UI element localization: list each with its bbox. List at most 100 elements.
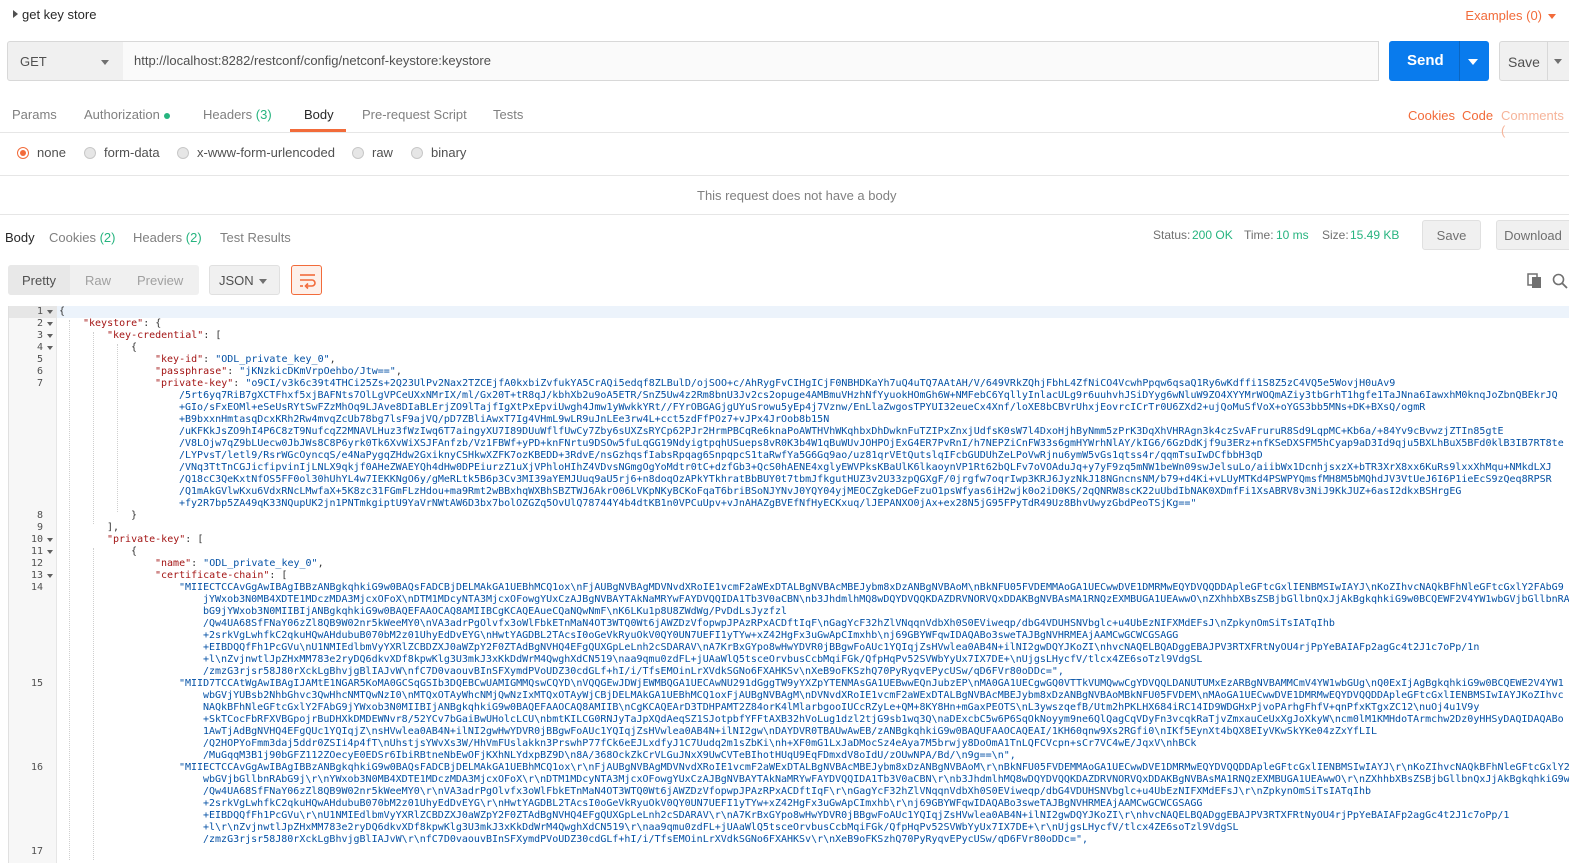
response-tab-cookies[interactable]: Cookies (2) [49,230,115,245]
private-key-line: /LYPvsT/letl9/RsrWGcOyncqS/e4NaPygqZHdw2… [179,450,1263,461]
private-key-line: /Q1mAkGVlwKxu6VdxRNcLMwfaX+5K8zc31FGmFLz… [179,486,1462,497]
certificate-line: wbGVjbGllbnRAbG9j\r\nYWxob3N0MB4XDTE1MDc… [203,774,1569,785]
radio-icon [17,147,29,159]
request-title-bar: get key store Examples (0) [0,0,1569,30]
tab-body[interactable]: Body [304,107,334,122]
cookies-link[interactable]: Cookies [1408,108,1455,123]
status-value[interactable]: 200 OK [1192,228,1233,242]
json-string: "ODL_private_key_0" [215,354,330,365]
line-number: 3 [36,330,43,341]
save-options-chevron-icon[interactable] [1554,59,1562,64]
json-string: "o9CI/v3k6c39t4THCi25Zs+2Q23UlPv2Nax2TZC… [245,378,1396,389]
format-preview-button[interactable]: Preview [137,273,183,288]
response-tab-body[interactable]: Body [5,230,35,245]
size-value[interactable]: 15.49 KB [1350,228,1399,242]
fold-toggle-icon[interactable] [47,538,53,542]
method-select[interactable]: GET [7,41,124,81]
send-button[interactable]: Send [1389,41,1489,81]
line-number: 15 [30,678,43,689]
format-raw-button[interactable]: Raw [85,273,111,288]
line-number: 17 [30,846,43,857]
body-type-binary-radio[interactable]: binary [411,145,466,160]
certificate-line: /Q2HOPYoFmm3daj5ddr0ZSIi4p4fT\nUhstjsYWv… [203,738,1197,749]
auth-set-indicator-icon [163,112,170,119]
body-type-none-radio[interactable]: none [17,145,66,160]
fold-toggle-icon[interactable] [47,346,53,350]
fold-toggle-icon[interactable] [47,334,53,338]
tab-headers-label: Headers [203,107,253,122]
code-line-9: ], [107,522,120,533]
tab-prerequest-script[interactable]: Pre-request Script [362,107,467,122]
body-type-urlencoded-radio[interactable]: x-www-form-urlencoded [177,145,335,160]
code-line-7: "private-key": "o9CI/v3k6c39t4THCi25Zs+2… [155,378,1396,389]
tab-params[interactable]: Params [12,107,57,122]
language-select[interactable]: JSON [209,265,280,295]
fold-toggle-icon[interactable] [47,574,53,578]
json-punct: : [ [203,330,222,341]
fold-toggle-icon[interactable] [47,310,53,314]
wrap-lines-button[interactable] [291,265,322,295]
download-response-button[interactable]: Download [1496,220,1569,250]
body-type-form-data-radio[interactable]: form-data [84,145,160,160]
certificate-line: +2srkVgLwhfkC2qkuHQwAHdubuB070bM2z01UhyE… [203,630,1179,641]
url-input[interactable]: http://localhost:8282/restconf/config/ne… [123,41,1379,81]
response-tab-test-results[interactable]: Test Results [220,230,291,245]
response-tab-cookies-count: (2) [99,230,116,245]
time-value[interactable]: 10 ms [1276,228,1309,242]
line-number: 14 [30,582,43,593]
certificate-line: +SkTCocFbRFXVBGpojrBuDHXkDMDEWNvr8/52YCv… [203,714,1564,725]
response-tab-cookies-label: Cookies [49,230,96,245]
body-type-urlencoded-label: x-www-form-urlencoded [197,145,335,160]
tab-headers[interactable]: Headers (3) [203,107,272,122]
fold-toggle-icon[interactable] [47,322,53,326]
tab-tests[interactable]: Tests [493,107,523,122]
examples-dropdown[interactable]: Examples (0) [1465,8,1556,23]
response-tab-headers-count: (2) [185,230,202,245]
send-label: Send [1407,52,1444,69]
private-key-line: +GIo/sFxEOMl+eSeUsRYtSwFZzMhOq9LJAve8DIa… [179,402,1426,413]
json-key: "private-key" [155,378,234,389]
certificate-line: bG9jYWxob3N0MIIBIjANBgkqhkiG9w0BAQEFAAOC… [203,606,787,617]
request-name[interactable]: get key store [22,7,96,22]
body-type-raw-radio[interactable]: raw [352,145,393,160]
radio-icon [177,147,189,159]
time-label: Time: [1244,228,1274,242]
save-response-button[interactable]: Save [1422,220,1481,250]
save-request-button[interactable]: Save [1499,41,1569,81]
code-line-3: "key-credential": [ [107,330,221,342]
json-key: "name" [155,558,192,569]
private-key-line: /V8LOjw7qZ9bLUecw0JbJWs8C8P6yrk0Tk6XvWiX… [179,438,1564,449]
active-line-highlight [57,306,1569,318]
response-format-group: Pretty Raw Preview [8,265,199,295]
comments-link[interactable]: Comments ( [1501,108,1569,138]
code-line-2: "keystore": { [83,318,161,330]
response-body-viewer[interactable]: 1 2 3 4 5 6 7 8 9 10 11 12 13 14 15 16 17 { "keystore": … [8,306,1569,863]
certificate-line: /Qw4UA68SfFNaY06zZl8QB9W02nr5kWeeMY0\r\n… [203,786,1371,797]
search-icon[interactable] [1552,273,1568,289]
certificate-line: "MIIECTCCAvGgAwIBAgIBBzANBgkqhkiG9w0BAQs… [179,762,1569,773]
copy-icon[interactable] [1527,273,1542,289]
collapse-caret-icon[interactable] [13,10,18,18]
fold-toggle-icon[interactable] [47,550,53,554]
line-number: 4 [36,342,43,353]
certificate-line: +2srkVgLwhfkC2qkuHQwAHdubuB070bM2z01UhyE… [203,798,1203,809]
save-label: Save [1508,54,1540,70]
send-options-chevron-icon[interactable] [1468,59,1478,65]
tab-authorization[interactable]: Authorization [84,107,170,122]
line-number: 12 [30,558,43,569]
empty-body-panel: This request does not have a body [0,175,1569,215]
certificate-line: /MuGqqM3B1j90bGFZ112ZOecyE0EDSr6IbiRBtne… [203,750,1016,761]
code-line-11: { [131,546,138,557]
code-line-4: { [131,342,138,353]
response-tab-headers[interactable]: Headers (2) [133,230,202,245]
certificate-line: NAQkBFhNleGFtcGxlY2FAbG9jYWxob3N0MIIBIjA… [203,702,1480,713]
json-punct: : [ [269,570,288,581]
code-link[interactable]: Code [1462,108,1493,123]
format-pretty-button[interactable]: Pretty [22,273,56,288]
certificate-line: jYWxob3N0MB4XDTE1MDczMDA3MjcxOFoX\nDTM1M… [203,594,1569,605]
radio-icon [352,147,364,159]
line-number: 13 [30,570,43,581]
line-number: 10 [30,534,43,545]
json-key: "private-key" [107,534,186,545]
radio-icon [84,147,96,159]
